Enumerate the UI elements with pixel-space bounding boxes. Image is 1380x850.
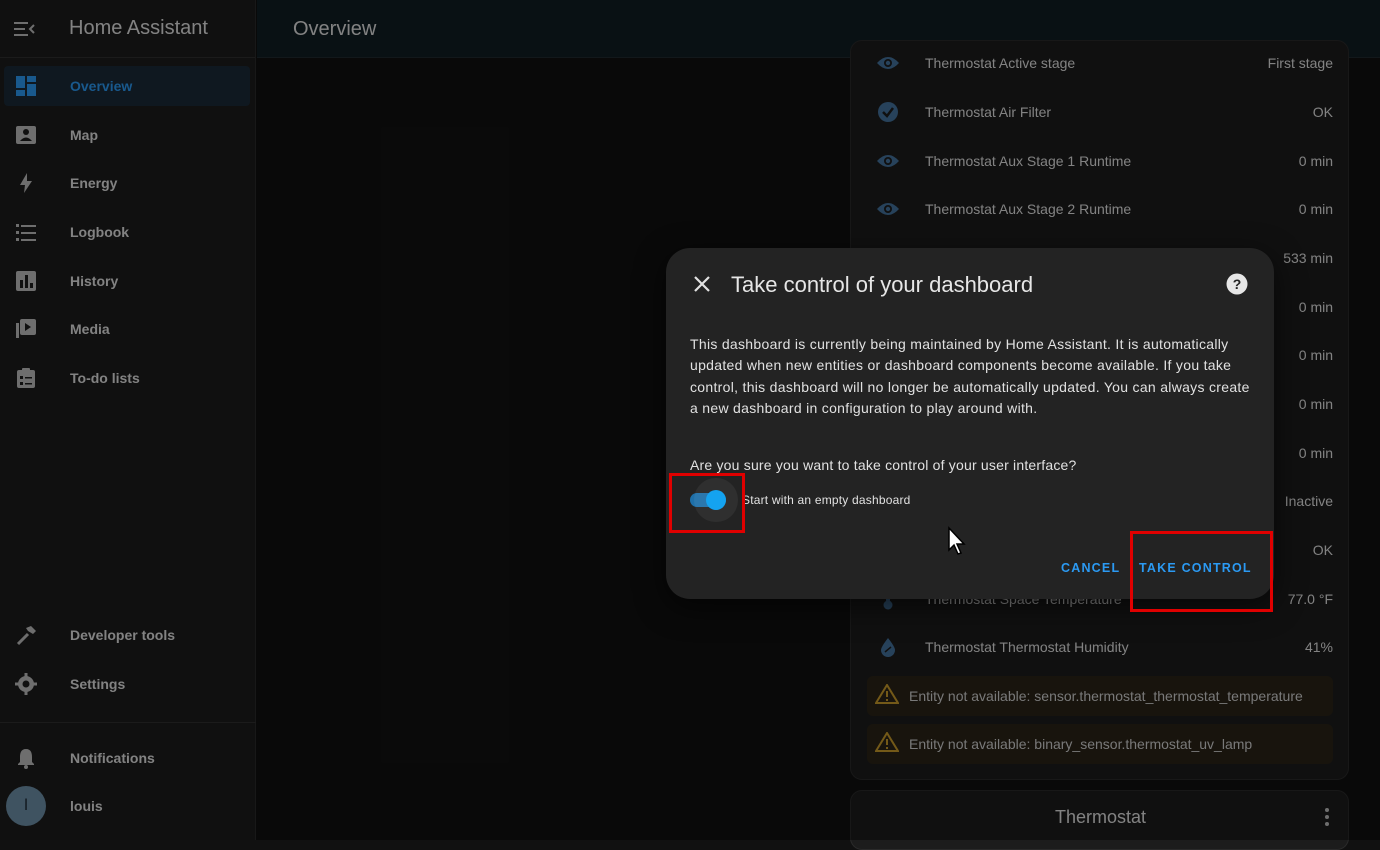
svg-text:?: ?: [1233, 276, 1242, 292]
help-icon[interactable]: ?: [1226, 273, 1248, 295]
dialog-title: Take control of your dashboard: [731, 272, 1034, 297]
toggle-label[interactable]: Start with an empty dashboard: [742, 493, 911, 507]
dialog-body: This dashboard is currently being mainta…: [690, 336, 1250, 416]
close-icon[interactable]: [690, 272, 714, 296]
highlight-box-take-control: [1130, 531, 1273, 612]
dialog-question: Are you sure you want to take control of…: [690, 457, 1077, 473]
cancel-button[interactable]: CANCEL: [1061, 561, 1120, 575]
highlight-box-toggle: [669, 473, 745, 533]
mouse-cursor-icon: [947, 526, 967, 561]
